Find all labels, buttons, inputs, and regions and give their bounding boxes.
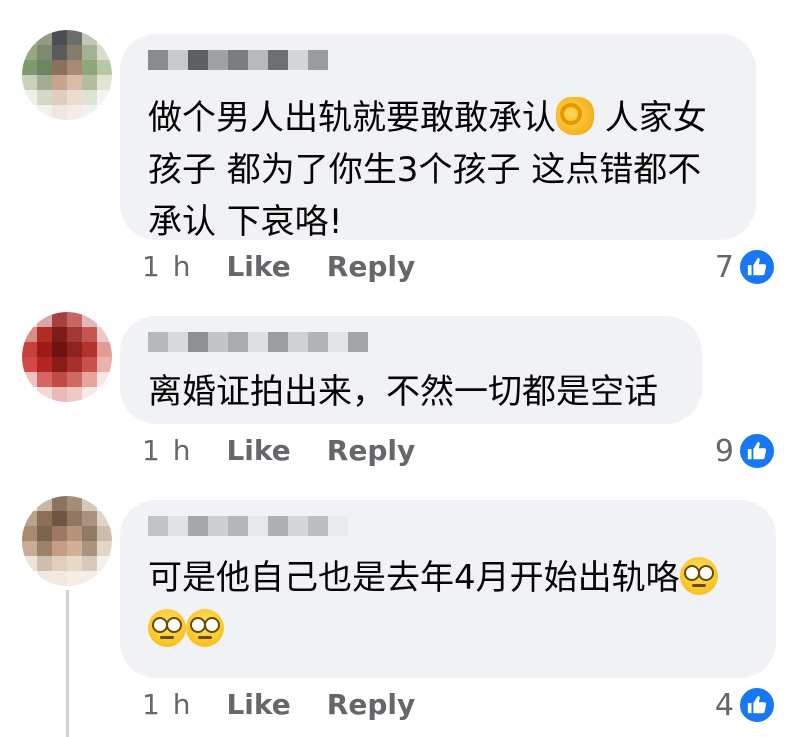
timestamp[interactable]: 1 h <box>142 688 192 721</box>
timestamp[interactable]: 1 h <box>142 250 192 283</box>
author-name-blurred[interactable] <box>148 50 728 86</box>
comment-text: 可是他自己也是去年4月开始出轨咯 <box>148 552 748 656</box>
rolling-eyes-emoji <box>186 609 224 647</box>
reaction-summary[interactable]: 7 <box>715 248 776 286</box>
comment-actions: 1 h Like Reply <box>142 250 415 283</box>
comment-bubble: 做个男人出轨就要敢敢承认 人家女 孩子 都为了你生3个孩子 这点错都不 承认 下… <box>120 34 756 242</box>
reaction-summary[interactable]: 9 <box>715 432 776 470</box>
rolling-eyes-emoji <box>148 609 186 647</box>
avatar[interactable] <box>22 312 112 402</box>
reply-button[interactable]: Reply <box>327 250 415 283</box>
comment-text-main: 可是他自己也是去年4月开始出轨咯 <box>148 558 680 598</box>
author-name-blurred[interactable] <box>148 332 674 368</box>
like-button[interactable]: Like <box>226 688 290 721</box>
thumbs-up-icon <box>738 248 776 286</box>
author-name-blurred[interactable] <box>148 516 748 552</box>
avatar[interactable] <box>22 496 112 586</box>
comment-text-line1: 做个男人出轨就要敢敢承认 <box>148 98 556 138</box>
reaction-count: 7 <box>714 249 734 285</box>
comment-actions: 1 h Like Reply <box>142 434 415 467</box>
comment-text: 做个男人出轨就要敢敢承认 人家女 孩子 都为了你生3个孩子 这点错都不 承认 下… <box>148 92 728 248</box>
thumbs-up-icon <box>738 686 776 724</box>
thumbs-up-icon <box>738 432 776 470</box>
rolling-eyes-emoji <box>679 557 718 595</box>
reaction-count: 4 <box>714 687 734 723</box>
reply-button[interactable]: Reply <box>327 688 415 721</box>
like-button[interactable]: Like <box>226 250 290 283</box>
reaction-count: 9 <box>714 433 734 469</box>
avatar[interactable] <box>22 30 112 120</box>
comment-bubble: 可是他自己也是去年4月开始出轨咯 <box>120 500 776 678</box>
like-button[interactable]: Like <box>226 434 290 467</box>
previous-comment-fragment <box>140 0 560 8</box>
comment-text: 离婚证拍出来，不然一切都是空话 <box>148 372 658 412</box>
ok-hand-emoji <box>556 97 594 135</box>
comment-bubble: 离婚证拍出来，不然一切都是空话 <box>120 316 702 424</box>
reply-button[interactable]: Reply <box>327 434 415 467</box>
comment-actions: 1 h Like Reply <box>142 688 415 721</box>
timestamp[interactable]: 1 h <box>142 434 192 467</box>
reply-thread-line <box>66 590 69 737</box>
reaction-summary[interactable]: 4 <box>715 686 776 724</box>
